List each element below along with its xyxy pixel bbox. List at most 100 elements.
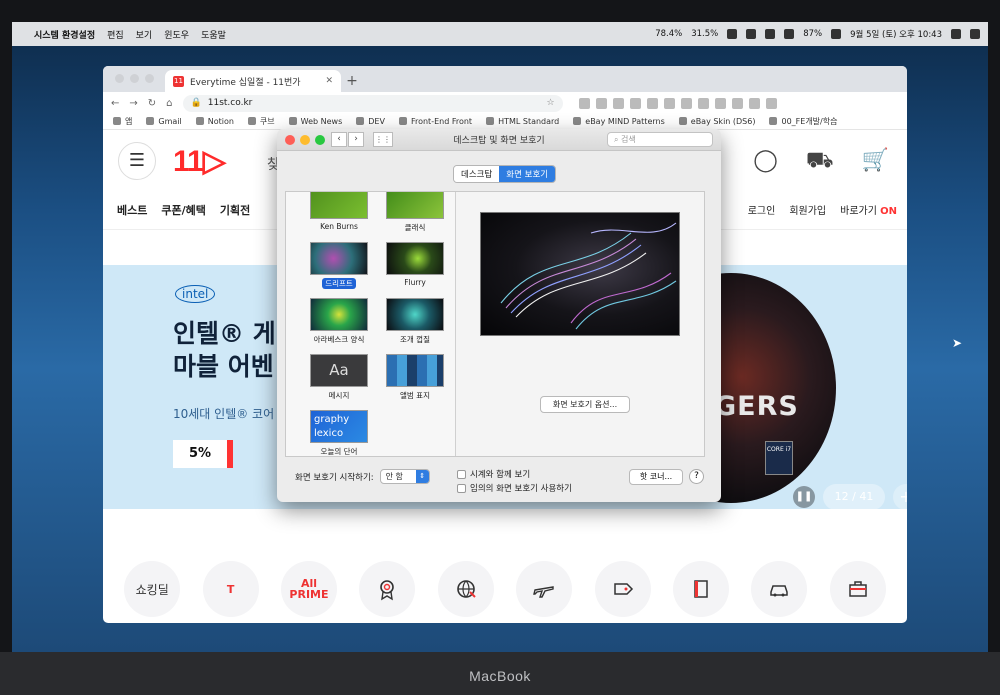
signup-link[interactable]: 회원가입: [789, 202, 826, 217]
menu-app[interactable]: 시스템 환경설정: [34, 28, 95, 41]
menu-hamburger-icon[interactable]: ☰: [118, 142, 156, 180]
hot-corners-button[interactable]: 핫 코너...: [629, 469, 683, 485]
control-center-icon[interactable]: [970, 29, 980, 39]
bookmark-dev[interactable]: DEV: [356, 117, 385, 126]
saver-word-of-day[interactable]: graphy lexico 오늘의 단어: [308, 410, 370, 456]
start-after-select[interactable]: 안 함 ⇕: [379, 469, 430, 484]
extension-icon[interactable]: [595, 97, 607, 109]
screensaver-options-button[interactable]: 화면 보호기 옵션...: [540, 396, 630, 413]
user-icon[interactable]: ◯: [753, 148, 778, 176]
menu-window[interactable]: 윈도우: [164, 28, 189, 41]
more-icon[interactable]: +: [893, 484, 907, 510]
spotlight-icon[interactable]: [951, 29, 961, 39]
saver-kenburns[interactable]: Ken Burns: [308, 192, 370, 231]
pause-icon[interactable]: ❚❚: [793, 486, 815, 508]
tab-desktop[interactable]: 데스크탑: [454, 166, 500, 182]
extension-icon[interactable]: [697, 97, 709, 109]
discount-badge: 5%: [173, 440, 233, 468]
book-icon[interactable]: [672, 561, 729, 617]
bookmark-star-icon[interactable]: ☆: [546, 98, 554, 108]
profile-icon[interactable]: [765, 97, 777, 109]
t-icon[interactable]: T: [202, 561, 259, 617]
cat-icon[interactable]: [727, 29, 738, 39]
slack-icon[interactable]: [746, 29, 757, 39]
bookmark-notion[interactable]: Notion: [196, 117, 234, 126]
extension-icon[interactable]: [714, 97, 726, 109]
site-logo[interactable]: 11▷: [173, 144, 226, 179]
globe-icon[interactable]: [437, 561, 494, 617]
datetime[interactable]: 9월 5일 (토) 오후 10:43: [850, 28, 942, 40]
new-tab-button[interactable]: +: [341, 73, 363, 89]
menu-view[interactable]: 보기: [136, 28, 153, 41]
reload-icon[interactable]: ↻: [148, 98, 156, 109]
tag-icon[interactable]: [594, 561, 651, 617]
home-icon[interactable]: ⌂: [166, 98, 172, 109]
saver-album[interactable]: 앨범 표지: [384, 354, 446, 401]
tab-screensaver[interactable]: 화면 보호기: [499, 166, 556, 182]
start-after-row: 화면 보호기 시작하기: 안 함 ⇕: [295, 469, 430, 484]
extension-icon[interactable]: [578, 97, 590, 109]
saver-label: 메시지: [328, 391, 350, 400]
help-button[interactable]: ?: [689, 469, 704, 484]
nav-coupon[interactable]: 쿠폰/혜택: [161, 202, 206, 218]
percent2-text[interactable]: 31.5%: [691, 29, 718, 39]
saver-drift[interactable]: 드리프트: [308, 242, 370, 289]
logo-text: 11: [173, 145, 204, 178]
nav-right: 로그인 회원가입 바로가기 ON: [748, 202, 897, 217]
bookmark-fefront[interactable]: Front-End Front: [399, 117, 472, 126]
bookmark-ebay-mind[interactable]: eBay MIND Patterns: [573, 117, 665, 126]
bag-icon[interactable]: [829, 561, 886, 617]
extension-icon[interactable]: [731, 97, 743, 109]
plane-icon[interactable]: [516, 561, 573, 617]
dropbox-icon[interactable]: [765, 29, 776, 39]
prefs-search-input[interactable]: ⌕ 검색: [607, 132, 713, 147]
close-tab-icon[interactable]: ✕: [325, 76, 333, 86]
bookmark-kube[interactable]: 쿠브: [248, 116, 275, 127]
delivery-truck-icon[interactable]: ⛟: [806, 148, 834, 176]
cart-icon[interactable]: 🛒: [862, 148, 889, 176]
shortcut-link[interactable]: 바로가기 ON: [840, 202, 897, 217]
forward-icon[interactable]: →: [129, 98, 137, 109]
login-link[interactable]: 로그인: [748, 202, 776, 217]
bookmark-html[interactable]: HTML Standard: [486, 117, 559, 126]
back-icon[interactable]: ←: [111, 98, 119, 109]
wifi-icon[interactable]: [784, 29, 795, 39]
car-icon[interactable]: [751, 561, 808, 617]
extension-icon[interactable]: [629, 97, 641, 109]
saver-arabesque[interactable]: 아라베스크 양식: [308, 298, 370, 345]
close-dot[interactable]: [115, 74, 124, 83]
bookmark-folder-fe[interactable]: 00_FE개발/학습: [769, 116, 837, 127]
show-clock-checkbox[interactable]: 시계와 함께 보기: [457, 468, 530, 480]
battery-text[interactable]: 87%: [803, 29, 822, 39]
extension-icon[interactable]: [612, 97, 624, 109]
bookmark-ebay-skin[interactable]: eBay Skin (DS6): [679, 117, 756, 126]
medal-icon[interactable]: [359, 561, 416, 617]
all-prime-button[interactable]: All PRIME: [280, 561, 337, 617]
extension-icon[interactable]: [748, 97, 760, 109]
extension-icon[interactable]: [663, 97, 675, 109]
saver-shell[interactable]: 조개 껍질: [384, 298, 446, 345]
saver-message[interactable]: Aa 메시지: [308, 354, 370, 401]
battery-small-text[interactable]: 78.4%: [655, 29, 682, 39]
nav-exhibition[interactable]: 기획전: [220, 202, 250, 218]
intel-logo: intel: [175, 285, 216, 303]
bookmark-apps[interactable]: 앱: [113, 116, 132, 127]
battery-icon[interactable]: [831, 29, 842, 39]
minimize-dot[interactable]: [130, 74, 139, 83]
bookmark-gmail[interactable]: Gmail: [146, 117, 181, 126]
intel-core-badge: CORE i7: [765, 441, 793, 475]
bookmark-webnews[interactable]: Web News: [289, 117, 343, 126]
random-saver-checkbox[interactable]: 임의의 화면 보호기 사용하기: [457, 482, 572, 494]
nav-best[interactable]: 베스트: [117, 202, 147, 218]
saver-classic[interactable]: 클래식: [384, 192, 446, 233]
saver-flurry[interactable]: Flurry: [384, 242, 446, 287]
address-bar[interactable]: 🔒 11st.co.kr ☆: [182, 94, 563, 112]
browser-tab[interactable]: 11 Everytime 십일절 - 11번가 ✕: [165, 70, 341, 92]
menu-help[interactable]: 도움말: [201, 28, 226, 41]
category-icon-row: 쇼킹딜 T All PRIME: [103, 556, 907, 622]
menu-edit[interactable]: 편집: [107, 28, 124, 41]
zoom-dot[interactable]: [145, 74, 154, 83]
extension-icon[interactable]: [646, 97, 658, 109]
extension-icon[interactable]: [680, 97, 692, 109]
shocking-deal-button[interactable]: 쇼킹딜: [124, 561, 181, 617]
